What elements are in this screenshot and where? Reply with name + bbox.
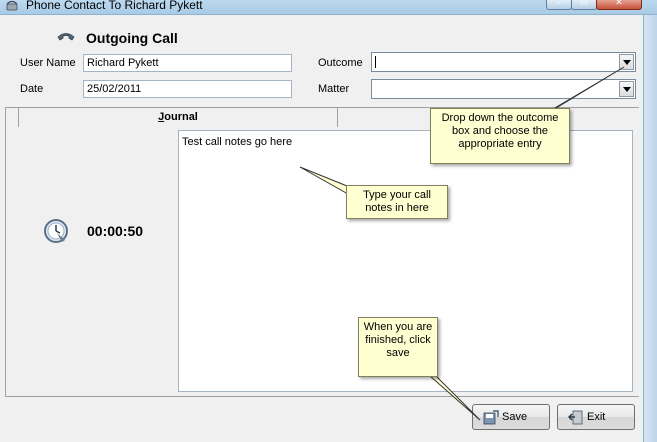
phone-icon — [57, 33, 75, 41]
user-name-label: User Name — [20, 57, 76, 69]
close-icon: ✕ — [615, 0, 623, 7]
user-name-field[interactable]: Richard Pykett — [83, 54, 292, 72]
maximize-icon: ▭ — [579, 0, 589, 7]
save-button-label: Save — [502, 411, 528, 423]
title-bar: Phone Contact To Richard Pykett – ▭ ✕ — [0, 0, 657, 15]
date-label: Date — [20, 83, 44, 95]
call-type-heading: Outgoing Call — [86, 30, 178, 46]
matter-dropdown-arrow-icon[interactable] — [619, 81, 634, 97]
panel-border-left — [5, 107, 6, 396]
clock-icon — [44, 219, 68, 243]
minimize-button[interactable]: – — [546, 0, 572, 10]
save-button[interactable]: Save — [472, 404, 550, 430]
outcome-label: Outcome — [318, 57, 363, 69]
save-icon — [483, 410, 499, 425]
outcome-callout: Drop down the outcome box and choose the… — [430, 108, 570, 164]
text-cursor — [375, 56, 376, 68]
tab-journal[interactable]: Journal — [18, 107, 338, 127]
matter-dropdown[interactable] — [371, 79, 636, 99]
close-button[interactable]: ✕ — [596, 0, 642, 10]
panel-border-bottom — [5, 396, 639, 397]
matter-label: Matter — [318, 83, 350, 95]
exit-button[interactable]: Exit — [557, 404, 635, 430]
tab-journal-label: ournal — [164, 111, 198, 123]
window-title: Phone Contact To Richard Pykett — [26, 0, 203, 12]
outcome-dropdown-arrow-icon[interactable] — [619, 54, 634, 70]
save-callout: When you are finished, click save — [358, 317, 438, 377]
call-timer: 00:00:50 — [87, 223, 144, 239]
maximize-button[interactable]: ▭ — [571, 0, 597, 10]
phone-app-icon — [6, 0, 18, 11]
exit-button-label: Exit — [587, 411, 606, 423]
exit-icon — [568, 410, 583, 425]
minimize-icon: – — [556, 0, 562, 7]
notes-callout: Type your call notes in here — [346, 185, 448, 219]
outcome-dropdown[interactable] — [371, 52, 636, 72]
window-right-border — [643, 15, 657, 442]
date-field[interactable]: 25/02/2011 — [83, 80, 292, 98]
